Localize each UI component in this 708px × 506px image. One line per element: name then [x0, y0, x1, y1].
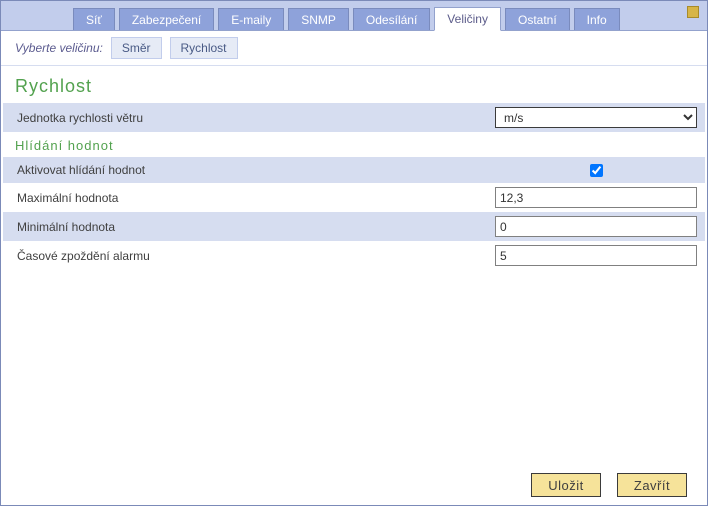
content-area: Rychlost Jednotka rychlosti větru m/s Hl… [1, 66, 707, 465]
min-input[interactable] [495, 216, 697, 237]
activate-checkbox[interactable] [590, 164, 603, 177]
delay-input[interactable] [495, 245, 697, 266]
tab-zabezpeceni[interactable]: Zabezpečení [119, 8, 214, 30]
row-max: Maximální hodnota [3, 183, 705, 212]
close-button[interactable]: Zavřít [617, 473, 687, 497]
activate-label: Aktivovat hlídání hodnot [17, 163, 495, 177]
section-title: Rychlost [3, 66, 705, 103]
tab-info[interactable]: Info [574, 8, 620, 30]
min-label: Minimální hodnota [17, 220, 495, 234]
footer-bar: Uložit Zavřít [1, 465, 707, 505]
tab-emaily[interactable]: E-maily [218, 8, 284, 30]
unit-select[interactable]: m/s [495, 107, 697, 128]
subtab-smer[interactable]: Směr [111, 37, 162, 59]
quantity-selector: Vyberte veličinu: Směr Rychlost [1, 31, 707, 66]
tab-sit[interactable]: Síť [73, 8, 115, 30]
quantity-selector-label: Vyberte veličinu: [15, 41, 103, 55]
settings-window: Síť Zabezpečení E-maily SNMP Odesílání V… [0, 0, 708, 506]
unit-label: Jednotka rychlosti větru [17, 111, 495, 125]
subtab-rychlost[interactable]: Rychlost [170, 37, 238, 59]
row-min: Minimální hodnota [3, 212, 705, 241]
save-button[interactable]: Uložit [531, 473, 601, 497]
max-input[interactable] [495, 187, 697, 208]
tab-veliciny[interactable]: Veličiny [434, 7, 501, 31]
main-tabbar: Síť Zabezpečení E-maily SNMP Odesílání V… [1, 1, 707, 31]
tab-odesilani[interactable]: Odesílání [353, 8, 430, 30]
row-unit: Jednotka rychlosti větru m/s [3, 103, 705, 132]
delay-label: Časové zpoždění alarmu [17, 249, 495, 263]
window-indicator-icon [687, 6, 699, 18]
row-delay: Časové zpoždění alarmu [3, 241, 705, 270]
group-monitoring-title: Hlídání hodnot [3, 132, 705, 157]
row-activate: Aktivovat hlídání hodnot [3, 157, 705, 183]
tab-snmp[interactable]: SNMP [288, 8, 349, 30]
tab-ostatni[interactable]: Ostatní [505, 8, 570, 30]
max-label: Maximální hodnota [17, 191, 495, 205]
